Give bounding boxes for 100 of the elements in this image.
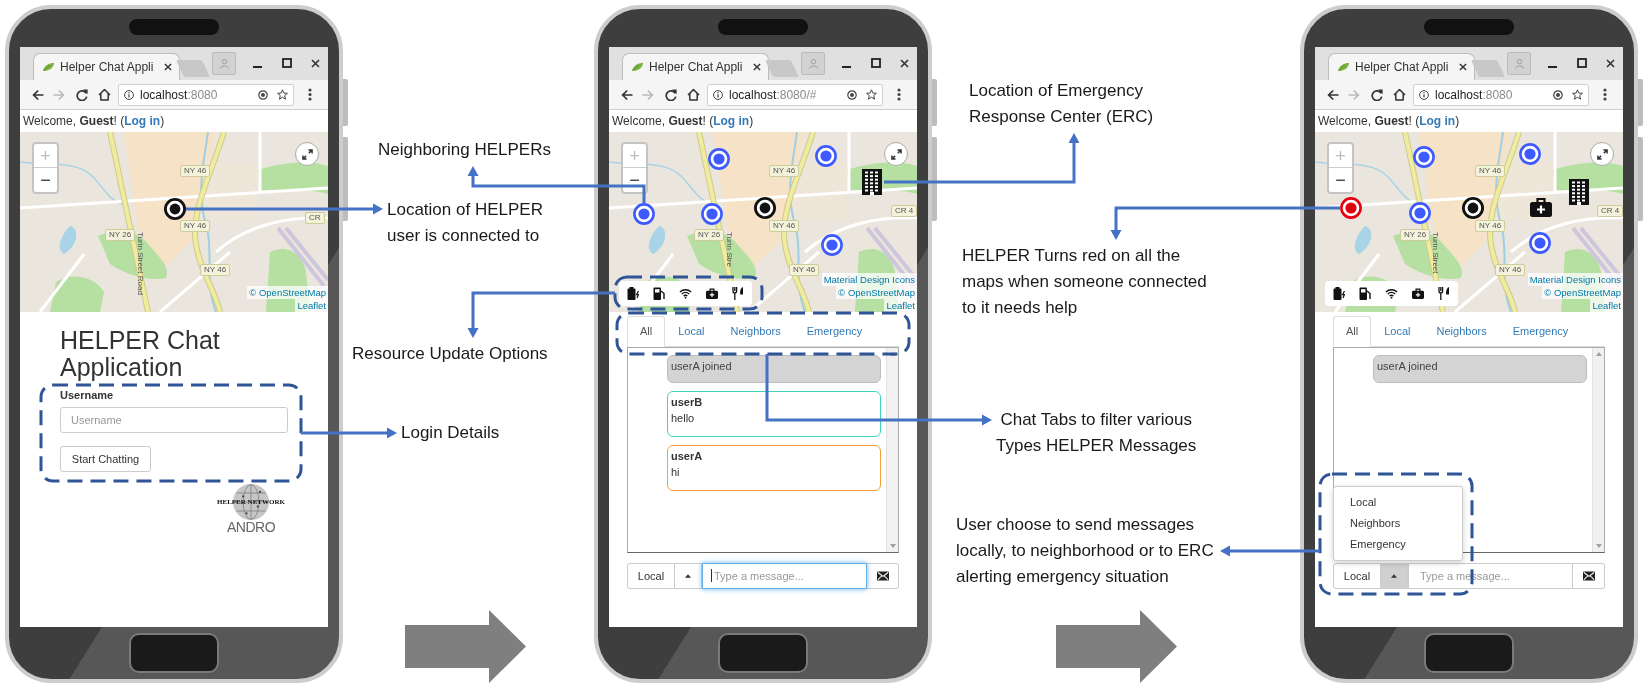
road-label: NY 46 xyxy=(200,264,231,276)
maximize-icon[interactable] xyxy=(282,58,292,68)
close-icon[interactable] xyxy=(1606,59,1615,68)
zoom-out-button[interactable]: − xyxy=(623,168,646,192)
attribution-link[interactable]: Leaflet xyxy=(1590,299,1623,312)
home-button[interactable] xyxy=(718,633,808,673)
chat-tab[interactable]: All xyxy=(627,316,666,347)
attribution-link[interactable]: Material Design Icons xyxy=(1527,273,1623,286)
envelope-icon xyxy=(876,571,889,581)
attribution-link[interactable]: © OpenStreetMap xyxy=(247,286,328,299)
side-button[interactable] xyxy=(343,137,348,221)
road-label: NY 26 xyxy=(1400,229,1431,241)
address-field[interactable]: localhost:8080/# xyxy=(707,83,883,106)
menu-item[interactable]: Neighbors xyxy=(1334,513,1462,534)
road-label: NY 46 xyxy=(1475,165,1506,177)
login-link[interactable]: Log in xyxy=(124,114,161,128)
send-button[interactable] xyxy=(1573,563,1605,589)
info-icon[interactable] xyxy=(713,89,723,100)
home-icon[interactable] xyxy=(98,88,111,101)
fuel-pump-icon[interactable] xyxy=(1359,287,1371,300)
reload-icon[interactable] xyxy=(76,88,88,101)
channel-button[interactable]: Local xyxy=(1333,563,1381,589)
chat-tab[interactable]: Neighbors xyxy=(1423,316,1500,347)
back-icon[interactable] xyxy=(621,88,633,101)
system-message: userA joined xyxy=(667,355,881,383)
home-button[interactable] xyxy=(1424,633,1514,673)
reload-icon[interactable] xyxy=(1371,88,1383,101)
send-button[interactable] xyxy=(867,563,899,589)
login-link[interactable]: Log in xyxy=(1419,114,1456,128)
info-icon[interactable] xyxy=(124,89,134,100)
chat-tab[interactable]: Neighbors xyxy=(717,316,794,347)
more-menu-icon[interactable] xyxy=(308,88,312,101)
close-icon[interactable] xyxy=(164,63,172,71)
cutlery-icon[interactable] xyxy=(732,287,744,300)
browser-tab[interactable]: Helper Chat Appli xyxy=(622,53,769,80)
close-icon[interactable] xyxy=(753,63,761,71)
back-icon[interactable] xyxy=(32,88,44,101)
attribution-link[interactable]: Leaflet xyxy=(295,299,328,312)
callout-text: HELPER Turns red on all the maps when someone connected to it needs help xyxy=(962,245,1207,319)
address-field[interactable]: localhost:8080 xyxy=(118,83,294,106)
envelope-icon xyxy=(1582,571,1595,581)
chat-tab[interactable]: Local xyxy=(1371,316,1424,347)
menu-item[interactable]: Local xyxy=(1334,492,1462,513)
zoom-out-button[interactable]: − xyxy=(1329,168,1352,192)
star-icon[interactable] xyxy=(277,89,288,100)
fuel-pump-icon[interactable] xyxy=(653,287,665,300)
caret-icon xyxy=(1391,574,1397,578)
attribution-link[interactable]: © OpenStreetMap xyxy=(1542,286,1623,299)
chat-tab[interactable]: All xyxy=(1333,316,1372,347)
channel-button[interactable]: Local xyxy=(627,563,675,589)
medical-bag-icon[interactable] xyxy=(1530,197,1552,217)
star-icon[interactable] xyxy=(1572,89,1583,100)
wifi-icon[interactable] xyxy=(1385,288,1398,299)
menu-item[interactable]: Emergency xyxy=(1334,534,1462,555)
road-label: NY 46 xyxy=(789,264,820,276)
star-icon[interactable] xyxy=(866,89,877,100)
caret-icon xyxy=(685,574,691,578)
browser-tab[interactable]: Helper Chat Appli xyxy=(33,53,180,80)
attribution-link[interactable]: © OpenStreetMap xyxy=(836,286,917,299)
address-field[interactable]: localhost:8080 xyxy=(1413,83,1589,106)
login-link[interactable]: Log in xyxy=(713,114,750,128)
back-icon[interactable] xyxy=(1327,88,1339,101)
attribution-link[interactable]: Leaflet xyxy=(884,299,917,312)
location-icon[interactable] xyxy=(1553,89,1563,100)
chat-tab[interactable]: Emergency xyxy=(1499,316,1582,347)
message-input[interactable]: Type a message... xyxy=(702,563,867,589)
battery-charging-icon[interactable] xyxy=(1333,287,1345,300)
side-button[interactable] xyxy=(932,137,937,221)
zoom-out-button[interactable]: − xyxy=(34,168,57,192)
medical-bag-icon[interactable] xyxy=(1412,288,1424,299)
medical-bag-icon[interactable] xyxy=(706,288,718,299)
close-icon[interactable] xyxy=(1459,63,1467,71)
browser-tab[interactable]: Helper Chat Appli xyxy=(1328,53,1475,80)
callout-text: Location of HELPER user is connected to xyxy=(387,199,543,247)
maximize-icon[interactable] xyxy=(1577,58,1587,68)
username-field[interactable]: Username xyxy=(60,407,288,433)
location-icon[interactable] xyxy=(847,89,857,100)
reload-icon[interactable] xyxy=(665,88,677,101)
close-icon[interactable] xyxy=(900,59,909,68)
start-chatting-button[interactable]: Start Chatting xyxy=(60,446,151,472)
road-label: CR 4 xyxy=(891,205,917,217)
attribution-link[interactable]: Material Design Icons xyxy=(821,273,917,286)
more-menu-icon[interactable] xyxy=(1603,88,1607,101)
battery-charging-icon[interactable] xyxy=(627,287,639,300)
more-menu-icon[interactable] xyxy=(897,88,901,101)
home-button[interactable] xyxy=(129,633,219,673)
cutlery-icon[interactable] xyxy=(1438,287,1450,300)
chat-tab[interactable]: Local xyxy=(665,316,718,347)
chat-tab[interactable]: Emergency xyxy=(793,316,876,347)
maximize-icon[interactable] xyxy=(871,58,881,68)
home-icon[interactable] xyxy=(1393,88,1406,101)
building-icon[interactable] xyxy=(862,169,882,195)
building-icon[interactable] xyxy=(1569,179,1589,205)
wifi-icon[interactable] xyxy=(679,288,692,299)
road-label: CR 4 xyxy=(1597,205,1623,217)
close-icon[interactable] xyxy=(311,59,320,68)
text-cursor-icon xyxy=(711,569,712,582)
info-icon[interactable] xyxy=(1419,89,1429,100)
home-icon[interactable] xyxy=(687,88,700,101)
location-icon[interactable] xyxy=(258,89,268,100)
